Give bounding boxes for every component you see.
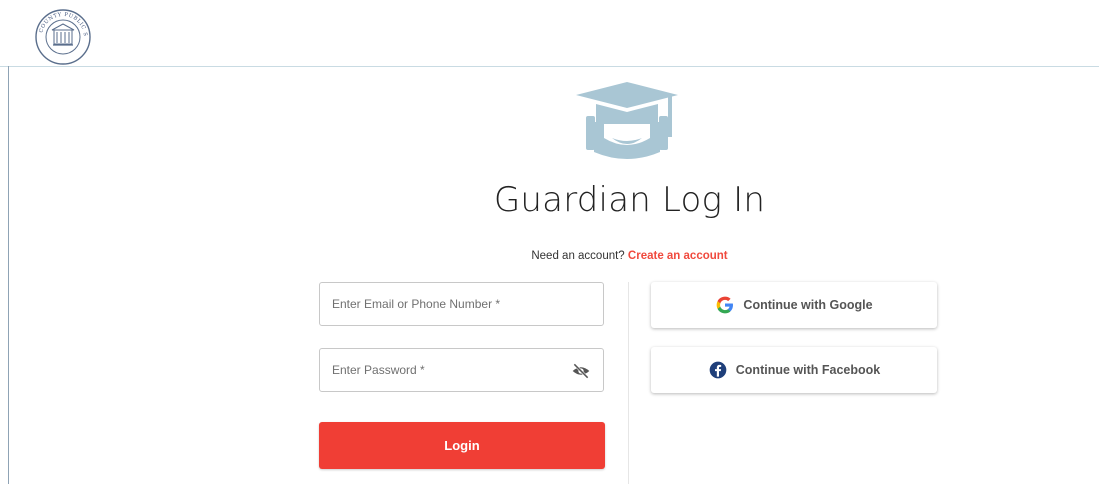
create-account-link[interactable]: Create an account — [628, 250, 728, 262]
login-button[interactable]: Login — [319, 422, 605, 469]
column-divider — [628, 282, 629, 484]
top-header: FAYETTE COUNTY PUBLIC SCHOOLS — [0, 0, 1099, 67]
facebook-icon — [709, 361, 727, 379]
facebook-button-label: Continue with Facebook — [735, 363, 881, 377]
email-input[interactable] — [332, 283, 562, 325]
eye-slash-icon[interactable] — [571, 361, 591, 381]
email-field[interactable] — [319, 282, 604, 326]
graduate-cap-icon — [576, 82, 678, 159]
school-seal-logo[interactable]: FAYETTE COUNTY PUBLIC SCHOOLS — [34, 8, 92, 66]
continue-with-google-button[interactable]: Continue with Google — [651, 282, 937, 328]
left-border-line — [8, 66, 9, 484]
page-title: Guardian Log In — [493, 180, 766, 220]
login-page: FAYETTE COUNTY PUBLIC SCHOOLS Guardian L… — [0, 0, 1099, 484]
create-account-line: Need an account? Create an account — [0, 250, 1099, 262]
account-prompt: Need an account? — [531, 250, 625, 262]
continue-with-facebook-button[interactable]: Continue with Facebook — [651, 347, 937, 393]
google-icon — [717, 296, 734, 314]
google-button-label: Continue with Google — [743, 298, 873, 312]
password-field[interactable] — [319, 348, 604, 392]
password-input[interactable] — [332, 349, 562, 391]
